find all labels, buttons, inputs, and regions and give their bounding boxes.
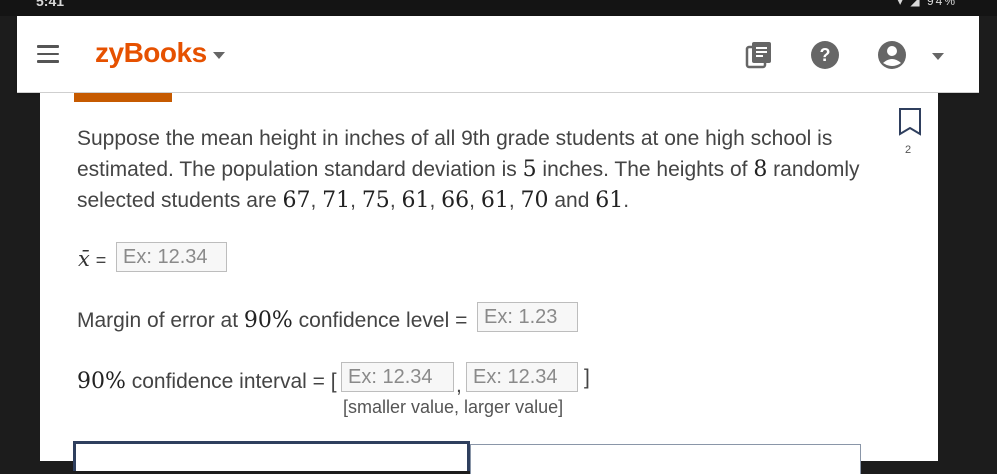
- screen-edge: [979, 16, 997, 461]
- ci-label: confidence interval = [: [125, 370, 337, 393]
- height-value: 70: [520, 188, 549, 213]
- problem-text: .: [623, 189, 630, 212]
- height-value: 71: [322, 188, 351, 213]
- margin-of-error-input[interactable]: [477, 302, 578, 332]
- library-icon[interactable]: [744, 40, 774, 70]
- sample-mean-row: x̄ =: [78, 247, 106, 272]
- account-caret-icon[interactable]: [932, 53, 944, 60]
- problem-statement: Suppose the mean height in inches of all…: [77, 127, 860, 213]
- sample-size-value: 8: [753, 157, 768, 182]
- comma: ,: [456, 374, 462, 397]
- ci-lower-input[interactable]: [341, 362, 454, 392]
- moe-label: Margin of error at: [77, 309, 244, 332]
- height-value: 66: [441, 188, 470, 213]
- height-value: 75: [361, 188, 390, 213]
- height-value: 61: [480, 188, 509, 213]
- confidence-level: 90%: [77, 369, 126, 394]
- app-header: zyBooks ?: [17, 16, 979, 93]
- ci-upper-input[interactable]: [466, 362, 578, 392]
- system-status: ▾ ◢ 94%: [897, 0, 957, 8]
- std-dev-value: 5: [522, 157, 537, 182]
- svg-text:?: ?: [820, 45, 831, 65]
- zybooks-logo[interactable]: zyBooks: [95, 37, 207, 69]
- help-icon[interactable]: ?: [810, 40, 840, 70]
- menu-icon[interactable]: [37, 45, 59, 63]
- height-value: 67: [282, 188, 311, 213]
- equals-sign: =: [95, 250, 107, 270]
- bookmark-icon[interactable]: [898, 107, 922, 137]
- confidence-interval-row: 90% confidence interval = [: [77, 369, 337, 394]
- status-bar: 5:41 ▾ ◢ 94%: [0, 0, 997, 16]
- part-button-1[interactable]: [73, 441, 470, 471]
- account-icon[interactable]: [877, 40, 907, 70]
- bookmark-count: 2: [905, 144, 912, 156]
- margin-of-error-row: Margin of error at 90% confidence level …: [77, 308, 467, 333]
- sample-mean-input[interactable]: [116, 242, 227, 272]
- moe-label: confidence level =: [292, 309, 468, 332]
- section-accent-bar: [74, 93, 172, 102]
- confidence-level: 90%: [243, 308, 293, 333]
- brand-caret-icon[interactable]: [213, 52, 225, 59]
- status-time: 5:41: [36, 0, 65, 9]
- height-value: 61: [401, 188, 430, 213]
- xbar-symbol: x̄: [78, 247, 90, 271]
- height-value: 61: [595, 188, 624, 213]
- problem-text: and: [548, 189, 596, 212]
- ci-hint: [smaller value, larger value]: [343, 397, 564, 417]
- close-bracket: ]: [584, 366, 590, 389]
- problem-text: inches. The heights of: [536, 158, 754, 181]
- part-button-2[interactable]: [470, 444, 861, 474]
